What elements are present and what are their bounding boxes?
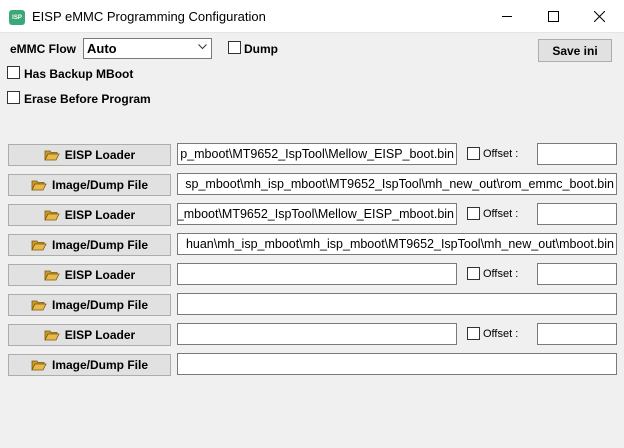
app-icon-text: ISP xyxy=(12,14,22,21)
offset-input[interactable] xyxy=(537,323,617,345)
offset-checkbox[interactable] xyxy=(467,267,480,280)
emmc-flow-select[interactable]: Auto xyxy=(83,38,212,59)
image-path-field[interactable]: sp_mboot\mh_isp_mboot\MT9652_IspTool\mh_… xyxy=(177,173,617,195)
eisp-loader-label: EISP Loader xyxy=(64,148,136,162)
image-dump-file-label: Image/Dump File xyxy=(51,238,149,252)
eisp-loader-button[interactable]: EISP Loader xyxy=(8,264,171,286)
loader-path-value: _mboot\MT9652_IspTool\Mellow_EISP_mboot.… xyxy=(177,207,454,221)
image-path-value: sp_mboot\mh_isp_mboot\MT9652_IspTool\mh_… xyxy=(185,177,614,191)
image-dump-file-label: Image/Dump File xyxy=(51,298,149,312)
save-ini-label: Save ini xyxy=(552,43,598,58)
loader-path-field[interactable] xyxy=(177,263,457,285)
eisp-loader-label: EISP Loader xyxy=(64,328,136,342)
eisp-loader-button[interactable]: EISP Loader xyxy=(8,204,171,226)
open-folder-icon xyxy=(31,180,47,191)
dump-label: Dump xyxy=(244,42,278,56)
eisp-loader-label: EISP Loader xyxy=(64,268,136,282)
erase-before-program-checkbox[interactable] xyxy=(7,91,20,104)
save-ini-button[interactable]: Save ini xyxy=(538,39,612,62)
image-path-value: huan\mh_isp_mboot\mh_isp_mboot\MT9652_Is… xyxy=(185,237,614,251)
loader-path-value: p_mboot\MT9652_IspTool\Mellow_EISP_boot.… xyxy=(180,147,454,161)
eisp-loader-button[interactable]: EISP Loader xyxy=(8,324,171,346)
chevron-down-icon xyxy=(198,44,207,50)
close-button[interactable] xyxy=(576,0,622,33)
eisp-loader-button[interactable]: EISP Loader xyxy=(8,144,171,166)
offset-checkbox[interactable] xyxy=(467,147,480,160)
open-folder-icon xyxy=(44,210,60,221)
has-backup-mboot-label: Has Backup MBoot xyxy=(24,67,134,81)
erase-before-program-label: Erase Before Program xyxy=(24,92,151,106)
offset-label: Offset : xyxy=(483,328,519,340)
image-dump-file-button[interactable]: Image/Dump File xyxy=(8,174,171,196)
offset-label: Offset : xyxy=(483,148,519,160)
open-folder-icon xyxy=(44,150,60,161)
offset-checkbox[interactable] xyxy=(467,327,480,340)
title-bar: ISP EISP eMMC Programming Configuration xyxy=(0,0,624,33)
open-folder-icon xyxy=(44,330,60,341)
eisp-loader-label: EISP Loader xyxy=(64,208,136,222)
image-dump-file-label: Image/Dump File xyxy=(51,358,149,372)
open-folder-icon xyxy=(31,240,47,251)
image-path-field[interactable]: huan\mh_isp_mboot\mh_isp_mboot\MT9652_Is… xyxy=(177,233,617,255)
image-dump-file-button[interactable]: Image/Dump File xyxy=(8,294,171,316)
minimize-button[interactable] xyxy=(484,0,530,33)
image-path-field[interactable] xyxy=(177,353,617,375)
window-title: EISP eMMC Programming Configuration xyxy=(32,9,266,24)
offset-label: Offset : xyxy=(483,268,519,280)
loader-path-field[interactable]: _mboot\MT9652_IspTool\Mellow_EISP_mboot.… xyxy=(177,203,457,225)
offset-input[interactable] xyxy=(537,263,617,285)
offset-input[interactable] xyxy=(537,143,617,165)
minimize-icon xyxy=(501,16,512,17)
has-backup-mboot-checkbox[interactable] xyxy=(7,66,20,79)
image-path-field[interactable] xyxy=(177,293,617,315)
maximize-button[interactable] xyxy=(530,0,576,33)
offset-input[interactable] xyxy=(537,203,617,225)
image-dump-file-button[interactable]: Image/Dump File xyxy=(8,234,171,256)
open-folder-icon xyxy=(44,270,60,281)
close-icon xyxy=(593,11,605,22)
offset-checkbox[interactable] xyxy=(467,207,480,220)
offset-label: Offset : xyxy=(483,208,519,220)
emmc-flow-value: Auto xyxy=(87,41,117,56)
open-folder-icon xyxy=(31,360,47,371)
loader-path-field[interactable] xyxy=(177,323,457,345)
open-folder-icon xyxy=(31,300,47,311)
dump-checkbox[interactable] xyxy=(228,41,241,54)
image-dump-file-button[interactable]: Image/Dump File xyxy=(8,354,171,376)
loader-path-field[interactable]: p_mboot\MT9652_IspTool\Mellow_EISP_boot.… xyxy=(177,143,457,165)
emmc-flow-label: eMMC Flow xyxy=(10,42,76,56)
chip-icon: ISP xyxy=(9,10,25,25)
image-dump-file-label: Image/Dump File xyxy=(51,178,149,192)
maximize-icon xyxy=(547,11,559,22)
